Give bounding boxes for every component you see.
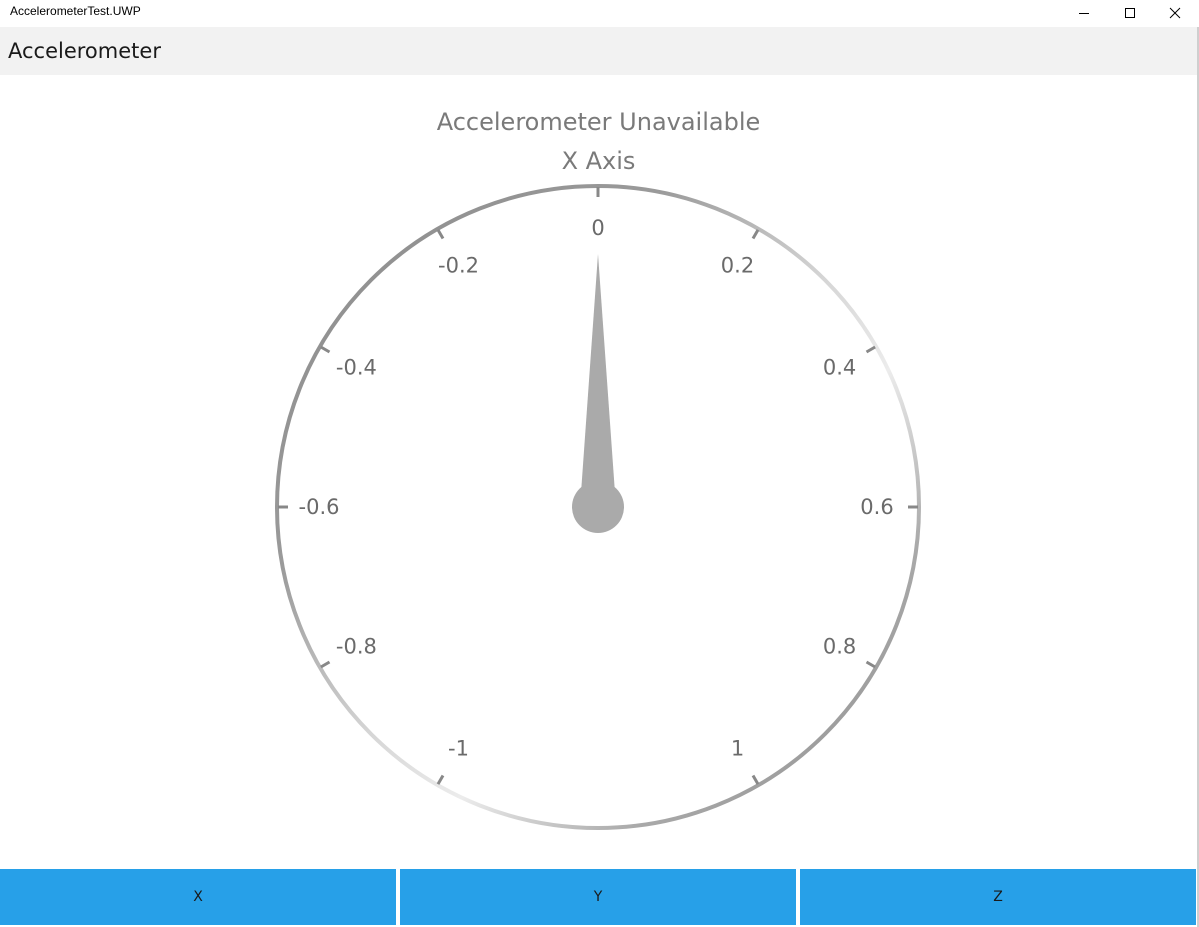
app-window: AccelerometerTest.UWP Accelerometer Acce…	[0, 0, 1199, 927]
gauge-tick	[751, 229, 760, 240]
close-icon	[1169, 7, 1181, 19]
z-axis-button[interactable]: Z	[800, 869, 1196, 925]
title-bar[interactable]: AccelerometerTest.UWP	[0, 0, 1199, 26]
gauge-tick-label: -0.6	[299, 495, 340, 519]
minimize-button[interactable]	[1061, 0, 1107, 26]
gauge-tick-label: 1	[731, 737, 744, 761]
gauge-tick-label: -0.4	[336, 356, 377, 380]
main-content: Accelerometer Unavailable X Axis -1 -0.8-…	[0, 75, 1197, 867]
gauge-tick	[865, 345, 876, 354]
close-button[interactable]	[1152, 0, 1198, 26]
gauge-tick	[436, 774, 445, 785]
maximize-button[interactable]	[1107, 0, 1153, 26]
gauge-tick	[865, 660, 876, 669]
navigation-header: Accelerometer	[0, 27, 1197, 75]
y-axis-button[interactable]: Y	[400, 869, 796, 925]
gauge-tick	[436, 229, 445, 240]
window-title: AccelerometerTest.UWP	[10, 4, 141, 18]
gauge-needle-group	[572, 254, 624, 533]
axis-button-bar: X Y Z	[0, 869, 1197, 925]
gauge-tick-label: 0.6	[860, 495, 893, 519]
gauge-tick	[751, 774, 760, 785]
gauge-tick-label: 0.8	[823, 635, 856, 659]
gauge-tick-label: -0.2	[438, 253, 479, 277]
gauge-tick	[320, 345, 331, 354]
page-title: Accelerometer	[8, 39, 161, 63]
gauge-tick-label: 0	[591, 216, 604, 240]
gauge-needle	[580, 254, 616, 507]
gauge-tick	[320, 660, 331, 669]
minimize-icon	[1079, 13, 1089, 14]
gauge-tick-label: -0.8	[336, 635, 377, 659]
gauge-tick-label: 0.4	[823, 356, 856, 380]
accelerometer-gauge: -1 -0.8 -0.6 -0.4 -0.2 0 0.2 0.4 0.6 0.8 1	[275, 184, 921, 830]
gauge-tick-label: -1	[448, 737, 469, 761]
gauge-tick-label: 0.2	[721, 253, 754, 277]
maximize-icon	[1125, 8, 1135, 18]
gauge-needle-hub	[572, 481, 624, 533]
x-axis-button[interactable]: X	[0, 869, 396, 925]
